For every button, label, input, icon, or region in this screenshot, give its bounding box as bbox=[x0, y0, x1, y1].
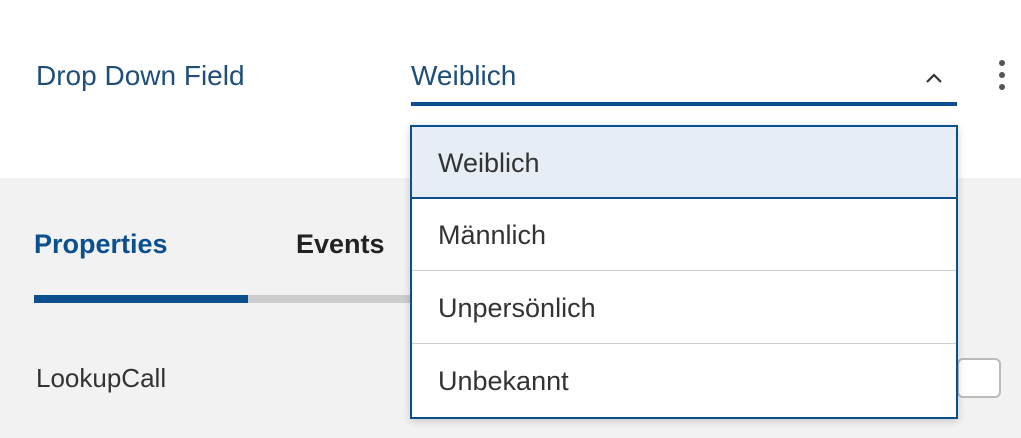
active-tab-indicator bbox=[34, 295, 248, 303]
drop-down-value: Weiblich bbox=[411, 60, 517, 91]
field-label: Drop Down Field bbox=[36, 60, 245, 91]
option-maennlich[interactable]: Männlich bbox=[412, 199, 956, 271]
option-weiblich[interactable]: Weiblich bbox=[412, 127, 956, 199]
drop-down-popup: Weiblich Männlich Unpersönlich Unbekannt bbox=[410, 125, 958, 419]
option-unpersoenlich[interactable]: Unpersönlich bbox=[412, 272, 956, 344]
page: Drop Down Field Weiblich Properties Even… bbox=[0, 0, 1021, 438]
tab-properties[interactable]: Properties bbox=[34, 226, 168, 262]
lookupcall-checkbox[interactable] bbox=[957, 358, 1001, 398]
option-unbekannt[interactable]: Unbekannt bbox=[412, 345, 956, 417]
tab-events[interactable]: Events bbox=[296, 226, 385, 262]
drop-down-field[interactable]: Weiblich bbox=[411, 54, 957, 106]
lookupcall-label: LookupCall bbox=[36, 363, 167, 393]
more-vertical-icon[interactable] bbox=[996, 58, 1008, 94]
chevron-up-icon[interactable] bbox=[925, 72, 943, 84]
